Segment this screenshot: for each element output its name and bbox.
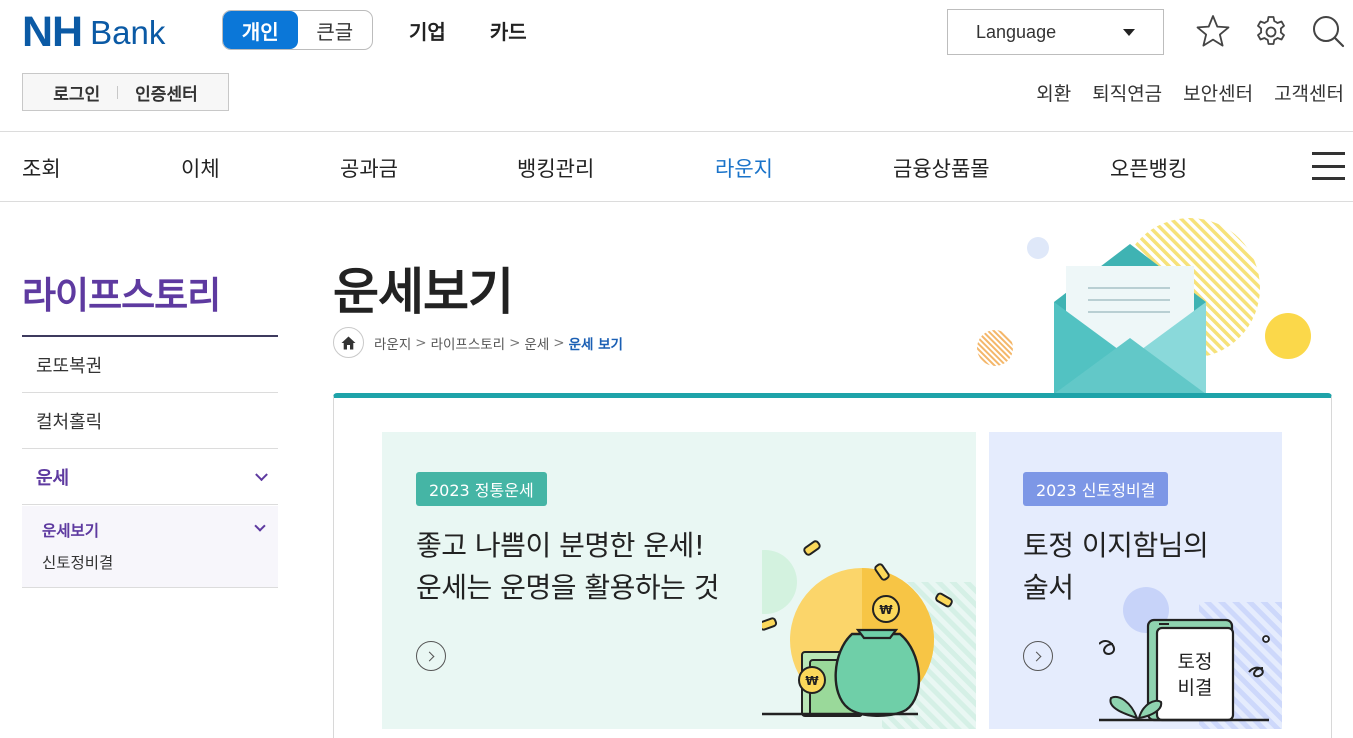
lnb-item-label: 로또복권	[36, 355, 103, 377]
language-select[interactable]: Language	[947, 9, 1164, 55]
breadcrumb-item[interactable]: 운세	[524, 333, 549, 353]
breadcrumb: 라운지 > 라이프스토리 > 운세 > 운세 보기	[333, 327, 623, 358]
header-divider	[0, 131, 1353, 132]
gnb-item-lounge[interactable]: 라운지	[715, 153, 773, 183]
util-link-pension[interactable]: 퇴직연금	[1092, 79, 1162, 106]
breadcrumb-separator-icon: >	[415, 334, 427, 351]
logo-bank-text: Bank	[90, 13, 166, 51]
util-link-security[interactable]: 보안센터	[1183, 79, 1253, 106]
card-headline-line: 토정 이지함님의	[1023, 529, 1209, 562]
util-link-customer[interactable]: 고객센터	[1274, 79, 1344, 106]
gnb-item-transfer[interactable]: 이체	[181, 153, 220, 183]
auth-box: 로그인 인증센터	[22, 73, 229, 111]
book-cover-line: 토정	[1178, 651, 1213, 673]
chevron-down-icon	[255, 467, 268, 481]
tojeong-card[interactable]: 2023 신토정비결 토정 이지함님의 술서 토정 비결	[989, 432, 1282, 729]
breadcrumb-current: 운세 보기	[568, 336, 623, 353]
mode-personal-button[interactable]: 개인	[223, 11, 298, 49]
card-headline-line: 운세는 운명을 활용하는 것	[416, 571, 720, 604]
fortune-card[interactable]: 2023 정통운세 좋고 나쁨이 분명한 운세! 운세는 운명을 활용하는 것 …	[382, 432, 976, 729]
lnb-item-fortune[interactable]: 운세	[22, 449, 278, 505]
top-links: 기업 카드	[409, 16, 527, 45]
chevron-down-icon	[254, 520, 266, 532]
chevron-right-icon[interactable]	[416, 641, 446, 671]
gnb-item-open-banking[interactable]: 오픈뱅킹	[1110, 153, 1187, 183]
lnb-item-lotto[interactable]: 로또복권	[22, 337, 278, 393]
utility-links: 외환 퇴직연금 보안센터 고객센터	[1036, 79, 1344, 106]
search-icon[interactable]	[1310, 12, 1346, 50]
svg-text:₩: ₩	[805, 674, 819, 688]
util-link-forex[interactable]: 외환	[1036, 79, 1071, 106]
language-label: Language	[976, 21, 1057, 42]
auth-divider	[117, 85, 119, 99]
card-headline-line: 좋고 나쁨이 분명한 운세!	[416, 529, 705, 562]
top-link-corporate[interactable]: 기업	[409, 16, 446, 45]
money-bag-illustration: ₩ ₩	[762, 540, 976, 729]
gnb-item-inquiry[interactable]: 조회	[22, 153, 61, 183]
top-link-card[interactable]: 카드	[490, 16, 527, 45]
gnb-divider	[0, 201, 1353, 202]
card-badge: 2023 정통운세	[416, 472, 547, 506]
caret-down-icon	[1123, 28, 1135, 36]
login-link[interactable]: 로그인	[53, 80, 100, 105]
cert-center-link[interactable]: 인증센터	[135, 80, 198, 105]
chevron-right-icon[interactable]	[1023, 641, 1053, 671]
lnb-item-label: 운세	[36, 467, 70, 489]
lnb-submenu: 운세보기 신토정비결	[22, 506, 278, 588]
envelope-illustration	[977, 218, 1311, 394]
breadcrumb-item[interactable]: 라이프스토리	[431, 333, 506, 353]
svg-text:₩: ₩	[879, 603, 893, 617]
card-headline: 좋고 나쁨이 분명한 운세! 운세는 운명을 활용하는 것	[416, 525, 720, 609]
page-title: 운세보기	[333, 263, 514, 321]
star-icon[interactable]	[1195, 12, 1231, 50]
lnb-sub-item-tojeong[interactable]: 신토정비결	[42, 551, 113, 573]
lnb-sub-item-fortune-view[interactable]: 운세보기	[42, 519, 99, 541]
lnb-item-label: 컬처홀릭	[36, 411, 103, 433]
mode-large-text-button[interactable]: 큰글	[298, 11, 373, 49]
breadcrumb-item[interactable]: 라운지	[374, 333, 411, 353]
book-illustration: 토정 비결	[1099, 587, 1282, 729]
breadcrumb-separator-icon: >	[553, 334, 565, 351]
logo-nh-text: NH	[22, 7, 83, 56]
home-icon[interactable]	[333, 327, 364, 358]
mode-switch: 개인 큰글	[222, 10, 373, 50]
gnb-item-financial-mall[interactable]: 금융상품몰	[893, 153, 990, 183]
gnb-item-utility-bills[interactable]: 공과금	[340, 153, 398, 183]
gear-icon[interactable]	[1253, 12, 1289, 50]
breadcrumb-separator-icon: >	[509, 334, 521, 351]
gnb-item-banking-management[interactable]: 뱅킹관리	[517, 153, 594, 183]
lnb-item-culture[interactable]: 컬처홀릭	[22, 393, 278, 449]
nh-bank-logo[interactable]: NH Bank	[22, 7, 166, 56]
lnb-title: 라이프스토리	[22, 274, 221, 317]
card-badge: 2023 신토정비결	[1023, 472, 1169, 506]
menu-icon[interactable]	[1312, 152, 1345, 180]
book-cover-line: 비결	[1178, 677, 1213, 699]
